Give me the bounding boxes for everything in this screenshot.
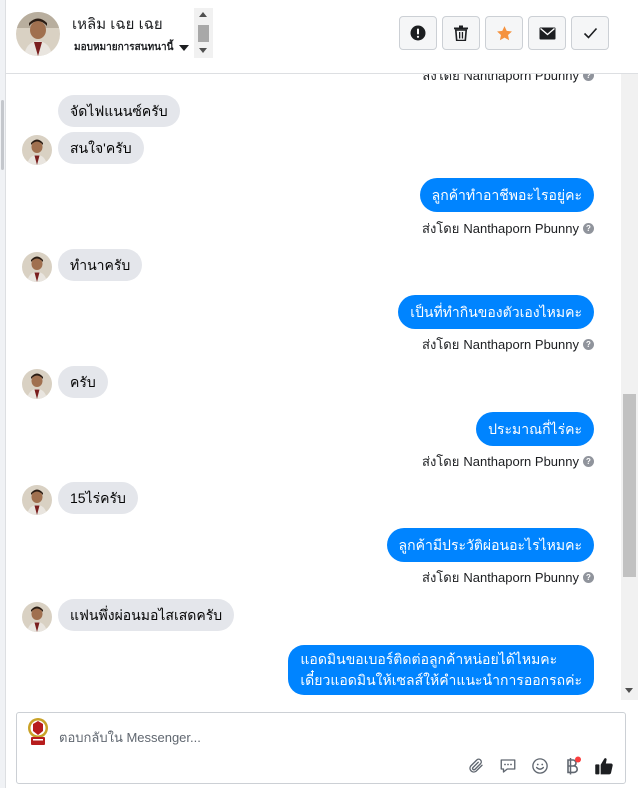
agent-name[interactable]: Nanthaporn Pbunny (463, 454, 579, 469)
scroll-down-arrow-icon[interactable] (199, 48, 207, 53)
question-icon[interactable]: ? (583, 223, 594, 234)
agent-name[interactable]: Nanthaporn Pbunny (463, 570, 579, 585)
question-icon[interactable]: ? (583, 456, 594, 467)
sent-by-prefix: ส่งโดย (422, 454, 460, 469)
trash-icon (454, 25, 468, 41)
scroll-up-arrow-icon[interactable] (199, 12, 207, 17)
smiley-icon (532, 758, 548, 774)
reply-composer[interactable]: ตอบกลับใน Messenger... (16, 712, 626, 784)
mark-unread-button[interactable] (528, 16, 566, 50)
sent-by-label: ส่งโดย Nanthaporn Pbunny ? (422, 74, 594, 86)
message-line: เดี๋ยวแอดมินให้เซลส์ให้คำแนะนำการออกรถค่… (300, 672, 582, 688)
paperclip-icon (469, 758, 483, 773)
like-button[interactable] (593, 755, 615, 777)
sender-avatar[interactable] (22, 135, 52, 165)
reply-input[interactable]: ตอบกลับใน Messenger... (59, 727, 201, 748)
alert-icon (410, 25, 426, 41)
scroll-thumb[interactable] (623, 394, 636, 577)
payment-button[interactable] (561, 755, 583, 777)
attach-button[interactable] (465, 755, 487, 777)
message-thread[interactable]: ส่งโดย Nanthaporn Pbunny ? จัดไฟแนนซ์ครั… (6, 74, 621, 700)
sent-by-label: ส่งโดย Nanthaporn Pbunny ? (422, 567, 594, 588)
agent-name[interactable]: Nanthaporn Pbunny (463, 337, 579, 352)
sender-avatar[interactable] (22, 252, 52, 282)
question-icon[interactable]: ? (583, 339, 594, 350)
sent-by-prefix: ส่งโดย (422, 570, 460, 585)
outgoing-message: ลูกค้าทำอาชีพอะไรอยู่คะ (419, 178, 594, 212)
saved-replies-button[interactable] (497, 755, 519, 777)
sent-by-prefix: ส่งโดย (422, 337, 460, 352)
question-icon[interactable]: ? (583, 74, 594, 81)
incoming-message: ครับ (58, 366, 108, 398)
incoming-message: แฟนพึ่งผ่อนมอไสเสดครับ (58, 599, 235, 631)
contact-avatar[interactable] (16, 12, 60, 56)
page-avatar (25, 717, 51, 747)
thumbs-up-icon (595, 758, 613, 775)
sent-by-text: ส่งโดย Nanthaporn Pbunny (422, 74, 579, 83)
outgoing-message: เป็นที่ทำกินของตัวเองไหมคะ (398, 295, 594, 329)
sender-avatar[interactable] (22, 369, 52, 399)
outgoing-message: ประมาณกี่ไร่คะ (476, 412, 594, 446)
baht-icon (567, 756, 581, 775)
incoming-message: ทำนาครับ (58, 249, 143, 281)
notification-dot (575, 756, 581, 763)
sent-by-label: ส่งโดย Nanthaporn Pbunny ? (422, 451, 594, 472)
mark-done-button[interactable] (571, 16, 609, 50)
sent-by-label: ส่งโดย Nanthaporn Pbunny ? (422, 218, 594, 239)
checkmark-icon (583, 27, 597, 39)
agent-name[interactable]: Nanthaporn Pbunny (463, 221, 579, 236)
left-panel-scroll-nub[interactable] (1, 100, 4, 170)
contact-name[interactable]: เหลิม เฉย เฉย (72, 12, 163, 36)
incoming-message: จัดไฟแนนซ์ครับ (58, 95, 180, 127)
assign-conversation-label: มอบหมายการสนทนานี้ (74, 42, 174, 53)
header-mini-scrollbar[interactable] (194, 8, 213, 58)
thread-scrollbar[interactable] (621, 74, 638, 700)
scroll-down-arrow-icon[interactable] (625, 688, 633, 693)
sender-avatar[interactable] (22, 485, 52, 515)
incoming-message: สนใจ'ครับ (58, 132, 144, 164)
sent-by-label: ส่งโดย Nanthaporn Pbunny ? (422, 334, 594, 355)
chat-bubble-icon (500, 759, 516, 773)
delete-button[interactable] (442, 16, 480, 50)
star-button[interactable] (485, 16, 523, 50)
star-icon (496, 25, 512, 40)
scroll-thumb[interactable] (198, 25, 209, 42)
emoji-button[interactable] (529, 755, 551, 777)
outgoing-message: ลูกค้ามีประวัติผ่อนอะไรไหมคะ (386, 528, 594, 562)
caret-down-icon (179, 44, 190, 51)
sent-by-prefix: ส่งโดย (422, 221, 460, 236)
assign-conversation-dropdown[interactable]: มอบหมายการสนทนานี้ (74, 40, 190, 55)
envelope-icon (539, 27, 555, 39)
question-icon[interactable]: ? (583, 572, 594, 583)
message-line: แอดมินขอเบอร์ติดต่อลูกค้าหน่อยได้ไหมคะ (300, 651, 558, 667)
sender-avatar[interactable] (22, 602, 52, 632)
outgoing-message: แอดมินขอเบอร์ติดต่อลูกค้าหน่อยได้ไหมคะ เ… (288, 645, 594, 695)
incoming-message: 15ไร่ครับ (58, 482, 138, 514)
conversation-header: เหลิม เฉย เฉย มอบหมายการสนทนานี้ (6, 0, 638, 74)
spam-button[interactable] (399, 16, 437, 50)
